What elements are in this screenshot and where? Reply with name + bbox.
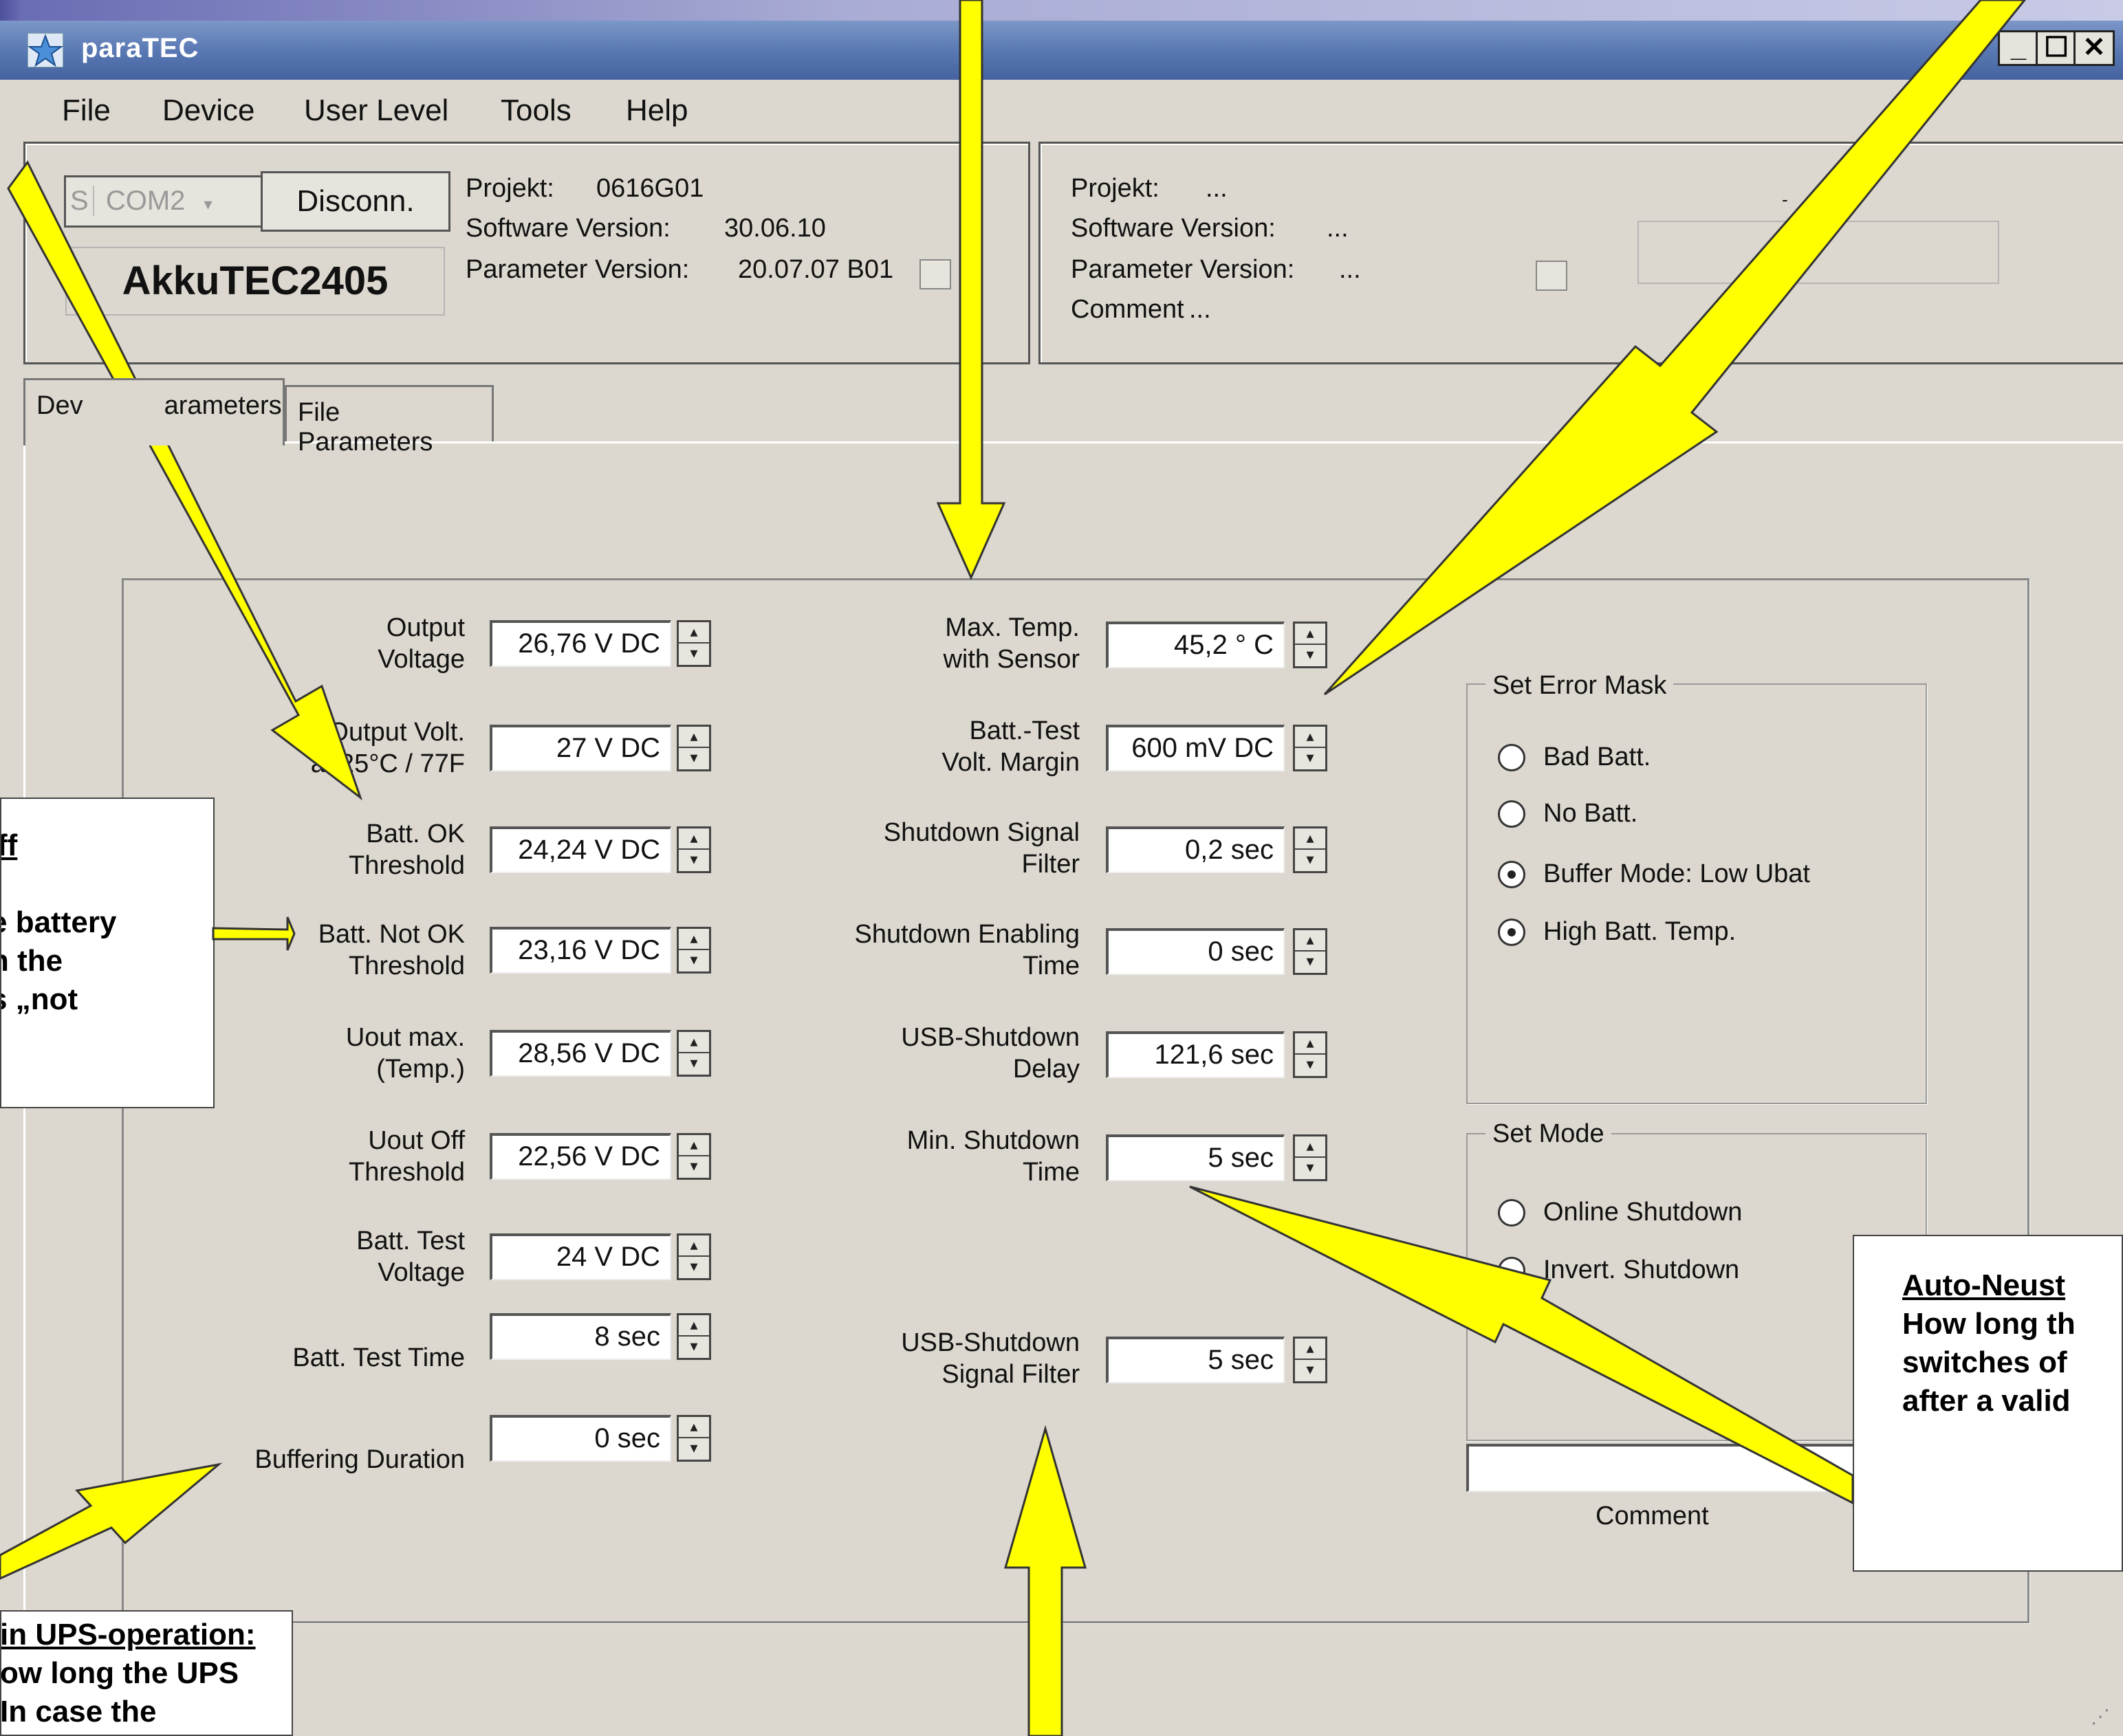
arrow-top-center (936, 0, 1006, 580)
arrow-left-mid (212, 916, 296, 951)
arrow-top-right (1323, 0, 2026, 696)
annotation-arrows (0, 0, 2026, 1736)
tab-file-parameters[interactable]: File Parameters (285, 385, 494, 457)
tab-device-parameters-label-a: Dev (36, 391, 83, 420)
arrow-bottom-right (1189, 1185, 1854, 1505)
tab-device-parameters-label-b: arameters (164, 391, 282, 420)
tab-device-parameters[interactable]: Dev arameters (23, 378, 285, 446)
arrow-bottom-center (1004, 1425, 1087, 1736)
arrow-top-left (7, 160, 363, 801)
arrow-bottom-left (0, 1462, 223, 1580)
